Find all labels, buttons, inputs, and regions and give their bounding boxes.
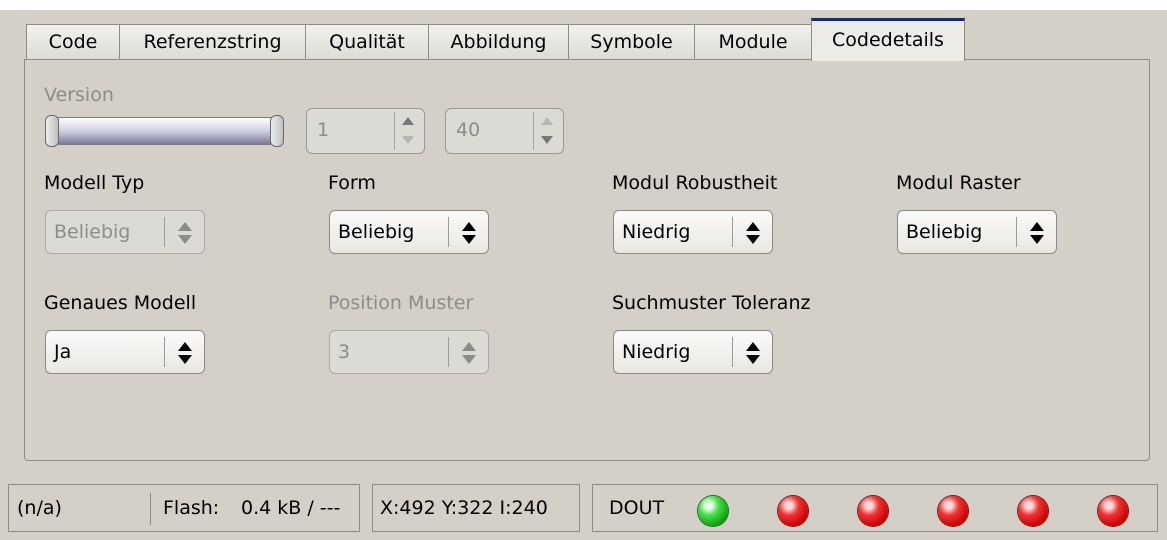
combo-arrows-icon	[742, 340, 764, 366]
version-range-slider[interactable]	[46, 117, 284, 145]
led-icon	[698, 496, 728, 526]
combo-separator	[732, 337, 733, 367]
modul-raster-select[interactable]: Beliebig	[897, 210, 1057, 254]
combo-separator	[448, 217, 449, 247]
led-icon	[1018, 496, 1048, 526]
genaues-modell-select[interactable]: Ja	[45, 330, 205, 374]
flash-value: 0.4 kB / ---	[241, 497, 341, 519]
form-value: Beliebig	[338, 221, 415, 243]
version-slider-min-handle[interactable]	[45, 115, 59, 147]
status-pane-info: (n/a) Flash: 0.4 kB / ---	[8, 484, 360, 532]
combo-separator	[164, 217, 165, 247]
status-bar: (n/a) Flash: 0.4 kB / --- X:492 Y:322 I:…	[0, 474, 1167, 540]
modul-raster-value: Beliebig	[906, 221, 983, 243]
combo-arrows-icon	[458, 340, 480, 366]
genaues-modell-value: Ja	[54, 341, 72, 363]
combo-arrows-icon	[458, 220, 480, 246]
combo-arrows-icon	[742, 220, 764, 246]
combo-arrows-icon	[174, 220, 196, 246]
version-min-spin-buttons	[394, 112, 420, 150]
modul-raster-label: Modul Raster	[896, 172, 1021, 194]
combo-separator	[732, 217, 733, 247]
version-min-spinbox[interactable]: 1	[306, 108, 425, 154]
led-icon	[778, 496, 808, 526]
flash-label: Flash:	[163, 497, 220, 519]
position-muster-value: 3	[338, 341, 351, 363]
led-icon	[938, 496, 968, 526]
modell-typ-value: Beliebig	[54, 221, 131, 243]
form-label: Form	[328, 172, 376, 194]
suchmuster-toleranz-value: Niedrig	[622, 341, 691, 363]
coords-readout: X:492 Y:322 I:240	[380, 497, 548, 519]
combo-arrows-icon	[1026, 220, 1048, 246]
form-select[interactable]: Beliebig	[329, 210, 489, 254]
modell-typ-select[interactable]: Beliebig	[45, 210, 205, 254]
status-divider	[150, 493, 151, 525]
genaues-modell-label: Genaues Modell	[44, 292, 197, 314]
version-max-value: 40	[456, 119, 481, 141]
spin-up-icon[interactable]	[395, 112, 421, 131]
version-label: Version	[44, 84, 114, 106]
dout-label: DOUT	[609, 497, 665, 519]
panel-content: Version 1 40 Modell Typ Beliebig Form Be…	[0, 0, 1167, 474]
spin-down-icon[interactable]	[534, 131, 560, 150]
spin-up-icon[interactable]	[534, 112, 560, 131]
status-state: (n/a)	[17, 497, 62, 519]
combo-separator	[164, 337, 165, 367]
combo-separator	[1016, 217, 1017, 247]
position-muster-label: Position Muster	[328, 292, 474, 314]
modul-robustheit-label: Modul Robustheit	[612, 172, 778, 194]
version-max-spinbox[interactable]: 40	[445, 108, 564, 154]
suchmuster-toleranz-select[interactable]: Niedrig	[613, 330, 773, 374]
version-max-spin-buttons	[533, 112, 559, 150]
modell-typ-label: Modell Typ	[44, 172, 145, 194]
combo-arrows-icon	[174, 340, 196, 366]
led-icon	[1098, 496, 1128, 526]
suchmuster-toleranz-label: Suchmuster Toleranz	[612, 292, 811, 314]
led-icon	[858, 496, 888, 526]
modul-robustheit-select[interactable]: Niedrig	[613, 210, 773, 254]
version-min-value: 1	[317, 119, 330, 141]
status-pane-dout: DOUT	[592, 484, 1158, 532]
position-muster-select[interactable]: 3	[329, 330, 489, 374]
spin-down-icon[interactable]	[395, 131, 421, 150]
version-slider-max-handle[interactable]	[270, 115, 284, 147]
status-pane-coords: X:492 Y:322 I:240	[372, 484, 580, 532]
modul-robustheit-value: Niedrig	[622, 221, 691, 243]
combo-separator	[448, 337, 449, 367]
